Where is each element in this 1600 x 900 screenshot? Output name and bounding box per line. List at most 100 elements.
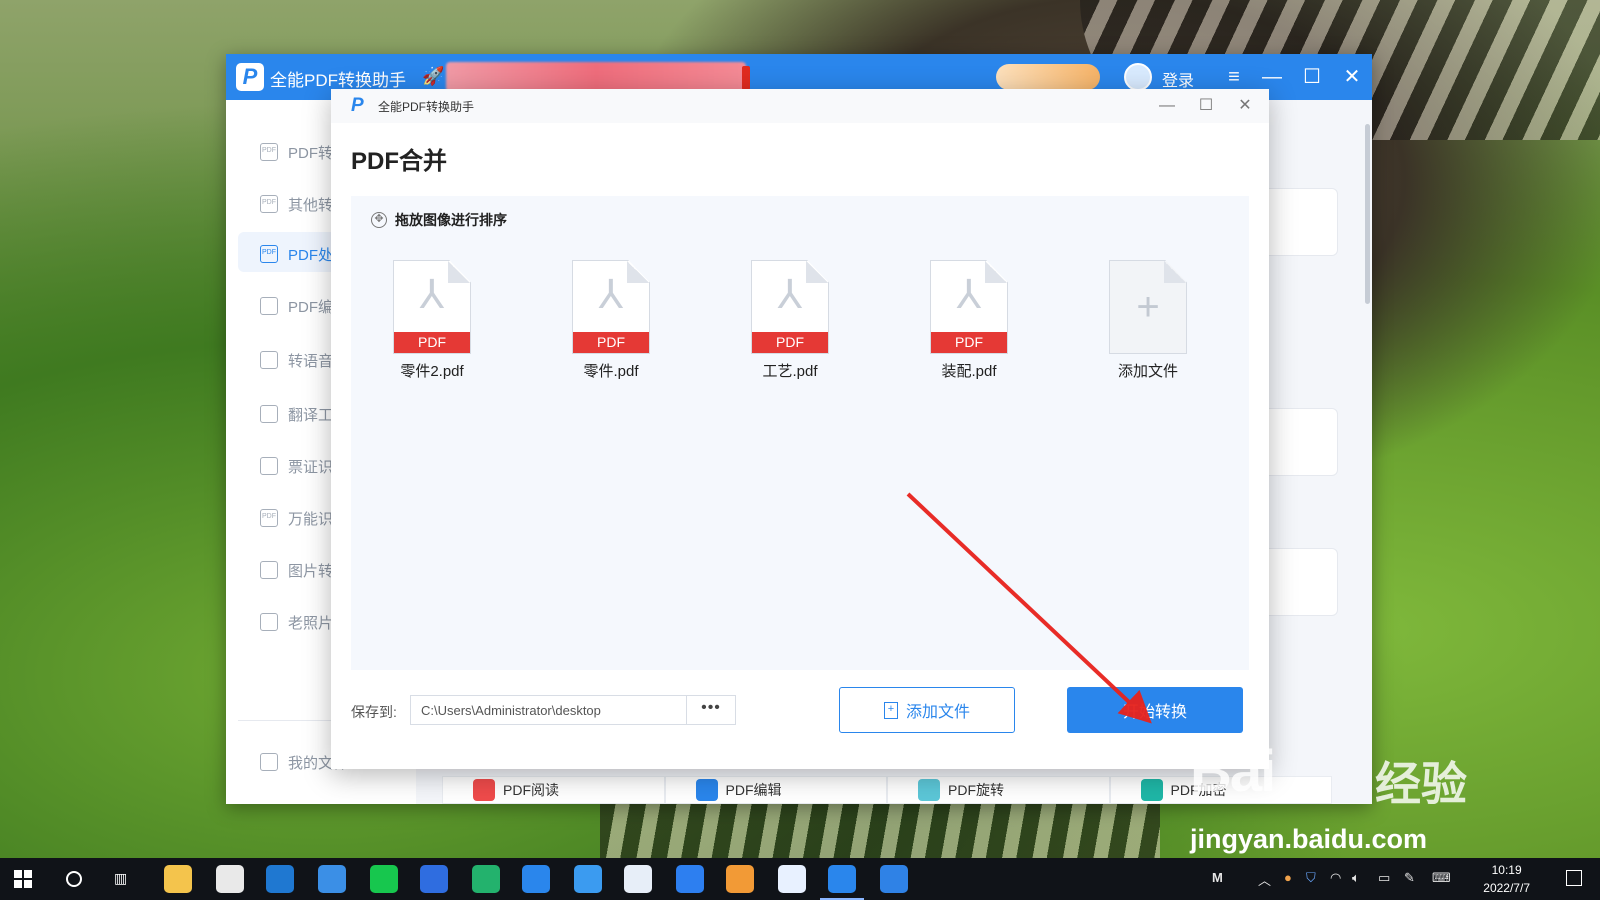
sidebar-item-old-photo[interactable]: 老照片 [260, 610, 333, 634]
main-scrollbar[interactable] [1365, 124, 1370, 304]
video-app-icon[interactable] [472, 865, 500, 893]
ime-indicator[interactable]: M [1212, 870, 1223, 885]
add-document-icon: + [1109, 260, 1187, 354]
pdf-edit-icon [695, 779, 718, 801]
watermark-cn: 经验 [1375, 758, 1467, 810]
sidebar-item-voice[interactable]: 转语音 [260, 348, 333, 372]
store-icon[interactable] [216, 865, 244, 893]
sidebar-item-label: 票证识 [288, 458, 334, 476]
sidebar-item-label: 其他转 [288, 196, 334, 214]
wifi-icon[interactable]: ◠ [1330, 870, 1341, 886]
browse-button[interactable]: ••• [686, 696, 735, 724]
pen-icon[interactable]: ✎ [1404, 870, 1415, 886]
voice-icon [260, 351, 278, 369]
notification-icon[interactable] [1566, 870, 1582, 886]
volume-icon[interactable]: 🔈︎ [1352, 870, 1360, 886]
network-app-icon[interactable] [624, 865, 652, 893]
pdf-file-icon: PDF [260, 143, 278, 161]
sidebar-item-pdf-edit[interactable]: PDF编 [260, 294, 333, 318]
pdf-assistant-taskbar-icon[interactable] [820, 865, 864, 900]
k-app-icon[interactable] [318, 865, 346, 893]
add-file-tile-label: 添加文件 [1117, 363, 1178, 380]
sidebar-item-universal-ocr[interactable]: PDF 万能识 [260, 506, 333, 530]
tray-app-icon[interactable]: ● [1284, 870, 1292, 885]
clock[interactable]: 10:19 2022/7/7 [1483, 861, 1530, 897]
watermark-logo: Bai [1190, 739, 1276, 804]
promo-banner-edge [742, 66, 750, 90]
task-view-icon[interactable]: ▥ [114, 870, 132, 888]
pdf-document-icon: ⅄ PDF [393, 260, 471, 354]
app-logo-icon: P [351, 95, 364, 116]
edge-icon[interactable] [266, 865, 294, 893]
search-icon[interactable] [66, 871, 82, 887]
pdf-file-icon: PDF [260, 509, 278, 527]
rocket-icon[interactable]: 🚀 [422, 66, 444, 87]
photos-icon[interactable] [880, 865, 908, 893]
keyboard-icon[interactable]: ⌨ [1432, 870, 1451, 886]
pdf-document-icon: ⅄ PDF [572, 260, 650, 354]
tool-label: PDF阅读 [503, 782, 559, 798]
dialog-minimize-icon[interactable]: — [1154, 93, 1180, 119]
add-file-button[interactable]: + 添加文件 [839, 687, 1015, 733]
sidebar-item-ticket[interactable]: 票证识 [260, 454, 333, 478]
minimize-icon[interactable]: — [1258, 63, 1286, 91]
file-name: 零件2.pdf [400, 363, 464, 380]
pdf-read-icon [473, 779, 495, 801]
pdf-badge: PDF [752, 332, 828, 353]
background-zebra-legs [600, 800, 1160, 860]
sidebar-item-other-convert[interactable]: PDF 其他转 [260, 192, 333, 216]
pdf-file-tile[interactable]: ⅄ PDF 零件.pdf [556, 260, 666, 381]
save-path-field[interactable]: C:\Users\Administrator\desktop ••• [410, 695, 736, 725]
feishu-icon[interactable] [522, 865, 550, 893]
app-title: 全能PDF转换助手 [270, 71, 406, 90]
sidebar-item-label: 万能识 [288, 510, 334, 528]
file-drop-area[interactable]: ✥ 拖放图像进行排序 ⅄ PDF 零件2.pdf ⅄ PDF 零件.pdf ⅄ PDF… [351, 196, 1249, 670]
sidebar-item-pdf-process[interactable]: PDF PDF处 [260, 242, 333, 266]
menu-icon[interactable]: ≡ [1220, 63, 1248, 91]
maximize-icon[interactable]: ☐ [1298, 63, 1326, 91]
shield-icon[interactable]: ⛉ [1306, 870, 1316, 886]
sidebar-item-image-convert[interactable]: 图片转 [260, 558, 333, 582]
dialog-maximize-icon[interactable]: ☐ [1193, 93, 1219, 119]
login-link[interactable]: 登录 [1162, 67, 1194, 91]
baidu-watermark: Bai 经验 jingyan.baidu.com [1190, 738, 1490, 868]
tray-chevron-icon[interactable]: ︿ [1258, 870, 1271, 889]
start-convert-button[interactable]: 开始转换 [1067, 687, 1243, 733]
taskbar: ▥ M ︿ ● ⛉ ◠ 🔈︎ ▭ ✎ ⌨ 10:19 2022/7/7 [0, 858, 1600, 900]
sidebar-item-label: 转语音 [288, 352, 334, 370]
pdf-rotate-icon [918, 779, 940, 801]
battery-icon[interactable]: ▭ [1378, 870, 1390, 886]
tool-pdf-edit[interactable]: PDF编辑 [664, 776, 887, 804]
pen-app-icon[interactable] [420, 865, 448, 893]
pdf-document-icon: ⅄ PDF [930, 260, 1008, 354]
phone-app-icon[interactable] [676, 865, 704, 893]
dialog-close-icon[interactable]: ✕ [1232, 93, 1258, 119]
weibo-icon[interactable] [726, 865, 754, 893]
sidebar-item-pdf-convert[interactable]: PDF PDF转 [260, 140, 333, 164]
sidebar-item-label: PDF转 [288, 144, 334, 162]
browser-icon[interactable] [778, 865, 806, 893]
start-icon[interactable] [14, 870, 32, 888]
file-explorer-icon[interactable] [164, 865, 192, 893]
pdf-encrypt-icon [1140, 779, 1163, 801]
iqiyi-icon[interactable] [370, 865, 398, 893]
pdf-file-tile[interactable]: ⅄ PDF 零件2.pdf [377, 260, 487, 381]
sidebar-item-translate[interactable]: 翻译工 [260, 402, 333, 426]
pdf-file-icon: PDF [260, 195, 278, 213]
tool-pdf-rotate[interactable]: PDF旋转 [887, 776, 1110, 804]
pdf-badge: PDF [394, 332, 470, 353]
pdf-file-tile[interactable]: ⅄ PDF 装配.pdf [914, 260, 1024, 381]
dialog-title: 全能PDF转换助手 [378, 100, 475, 114]
vip-button[interactable] [996, 64, 1100, 90]
tool-pdf-read[interactable]: PDF阅读 [442, 776, 665, 804]
folder-icon [260, 753, 278, 771]
sidebar-item-label: 图片转 [288, 562, 334, 580]
close-icon[interactable]: ✕ [1338, 63, 1366, 91]
add-file-button-label: 添加文件 [905, 704, 970, 721]
save-to-label: 保存到: [351, 704, 397, 720]
avatar[interactable] [1124, 63, 1152, 91]
edit-app-icon[interactable] [574, 865, 602, 893]
add-file-tile[interactable]: + 添加文件 [1093, 260, 1203, 381]
pdf-file-tile[interactable]: ⅄ PDF 工艺.pdf [735, 260, 845, 381]
promo-banner[interactable] [446, 62, 746, 92]
